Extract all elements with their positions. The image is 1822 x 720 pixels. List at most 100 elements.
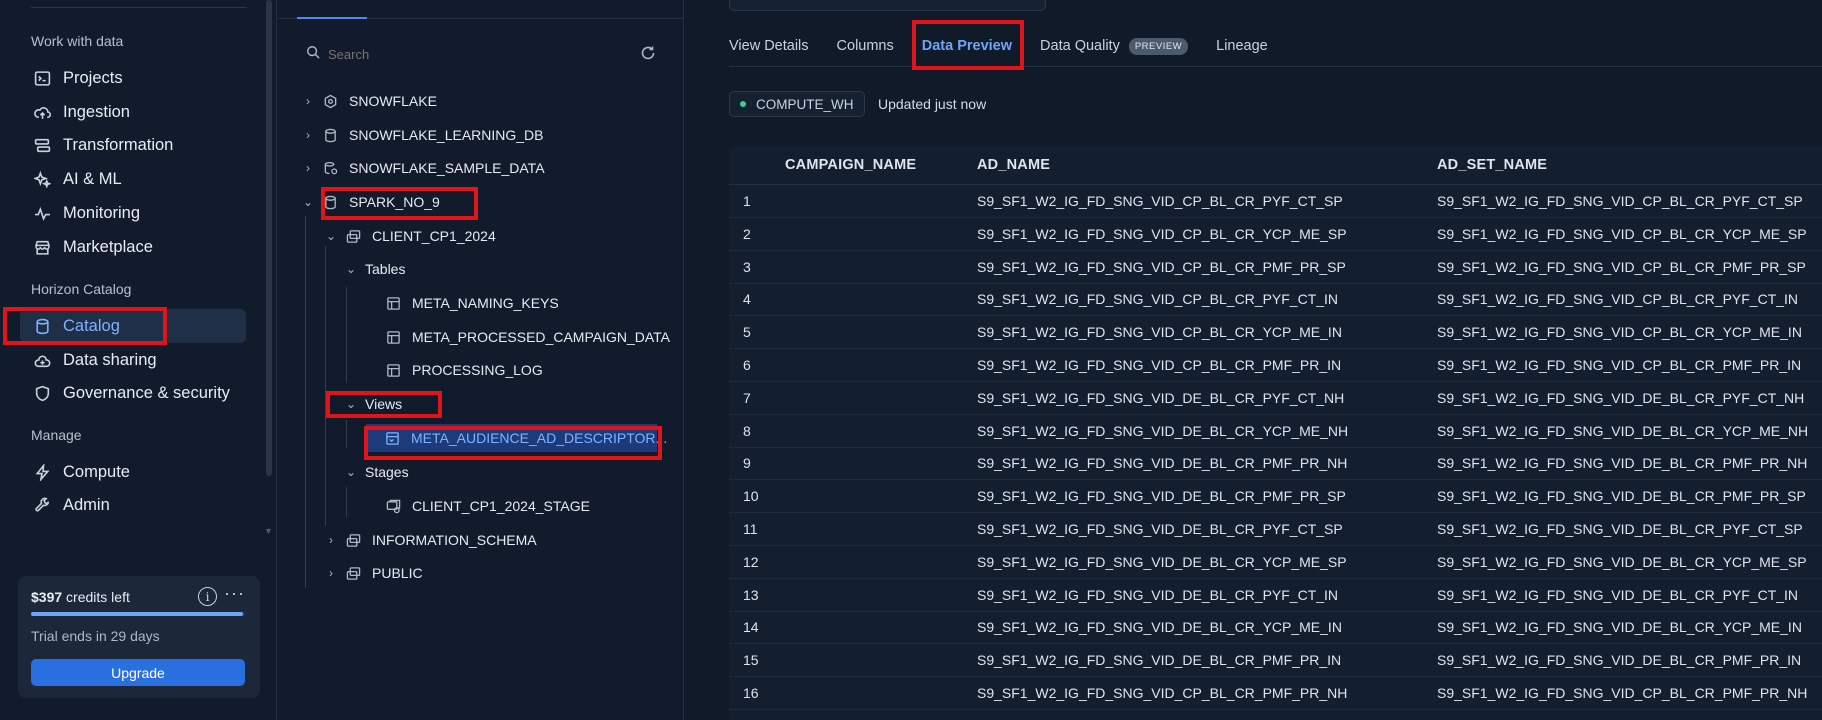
table-row[interactable]: 11 S9_SF1_W2_IG_FD_SNG_VID_DE_BL_CR_PYF_C… xyxy=(729,513,1822,546)
cell-ad-name[interactable]: S9_SF1_W2_IG_FD_SNG_VID_DE_BL_CR_YCP_ME_… xyxy=(977,619,1342,635)
row-number[interactable]: 8 xyxy=(743,423,751,439)
chevron-down-icon[interactable]: ⌄ xyxy=(345,397,357,411)
cell-ad-set-name[interactable]: S9_SF1_W2_IG_FD_SNG_VID_CP_BL_CR_PMF_PR_… xyxy=(1437,685,1807,701)
cell-ad-name[interactable]: S9_SF1_W2_IG_FD_SNG_VID_DE_BL_CR_PMF_PR_… xyxy=(977,455,1347,471)
nav-item-admin[interactable]: Admin xyxy=(20,488,246,522)
cell-ad-name[interactable]: S9_SF1_W2_IG_FD_SNG_VID_CP_BL_CR_PMF_PR_… xyxy=(977,259,1346,275)
row-number[interactable]: 9 xyxy=(743,455,751,471)
tree-node-client-cp1-2024-stage[interactable]: CLIENT_CP1_2024_STAGE xyxy=(385,492,590,520)
table-row[interactable]: 12 S9_SF1_W2_IG_FD_SNG_VID_DE_BL_CR_YCP_M… xyxy=(729,546,1822,579)
table-row[interactable]: 4 S9_SF1_W2_IG_FD_SNG_VID_CP_BL_CR_PYF_CT… xyxy=(729,283,1822,317)
tree-node-meta-processed-campaign-data[interactable]: META_PROCESSED_CAMPAIGN_DATA xyxy=(385,323,670,351)
cell-ad-set-name[interactable]: S9_SF1_W2_IG_FD_SNG_VID_DE_BL_CR_PMF_PR_… xyxy=(1437,455,1807,471)
nav-item-transformation[interactable]: Transformation xyxy=(20,128,246,162)
table-row[interactable]: 8 S9_SF1_W2_IG_FD_SNG_VID_DE_BL_CR_YCP_ME… xyxy=(729,415,1822,448)
cell-ad-set-name[interactable]: S9_SF1_W2_IG_FD_SNG_VID_CP_BL_CR_PYF_CT_… xyxy=(1437,291,1798,307)
cell-ad-name[interactable]: S9_SF1_W2_IG_FD_SNG_VID_CP_BL_CR_PYF_CT_… xyxy=(977,291,1338,307)
row-number[interactable]: 3 xyxy=(743,259,751,275)
cell-ad-set-name[interactable]: S9_SF1_W2_IG_FD_SNG_VID_CP_BL_CR_YCP_ME_… xyxy=(1437,324,1802,340)
chevron-right-icon[interactable]: › xyxy=(302,128,314,142)
table-row[interactable]: 10 S9_SF1_W2_IG_FD_SNG_VID_DE_BL_CR_PMF_P… xyxy=(729,480,1822,514)
cell-ad-name[interactable]: S9_SF1_W2_IG_FD_SNG_VID_CP_BL_CR_YCP_ME_… xyxy=(977,324,1342,340)
nav-item-ingestion[interactable]: Ingestion xyxy=(20,95,246,129)
cell-ad-name[interactable]: S9_SF1_W2_IG_FD_SNG_VID_DE_BL_CR_PMF_PR_… xyxy=(977,652,1341,668)
row-number[interactable]: 5 xyxy=(743,324,751,340)
tree-node-snowflake-learning-db[interactable]: › SNOWFLAKE_LEARNING_DB xyxy=(302,121,544,149)
tree-node-processing-log[interactable]: PROCESSING_LOG xyxy=(385,356,543,384)
row-number[interactable]: 10 xyxy=(743,488,759,504)
row-number[interactable]: 7 xyxy=(743,390,751,406)
cell-ad-set-name[interactable]: S9_SF1_W2_IG_FD_SNG_VID_DE_BL_CR_PMF_PR_… xyxy=(1437,652,1801,668)
nav-item-ai-ml[interactable]: AI & ML xyxy=(20,162,246,196)
tree-node-information-schema[interactable]: › INFORMATION_SCHEMA xyxy=(325,526,537,554)
tab-data-preview[interactable]: Data Preview xyxy=(922,28,1012,64)
tree-node-meta-audience-ad-descriptor[interactable]: META_AUDIENCE_AD_DESCRIPTOR... xyxy=(366,424,667,452)
row-number[interactable]: 15 xyxy=(743,652,759,668)
tree-node-meta-naming-keys[interactable]: META_NAMING_KEYS xyxy=(385,289,559,317)
cell-ad-set-name[interactable]: S9_SF1_W2_IG_FD_SNG_VID_DE_BL_CR_PMF_PR_… xyxy=(1437,488,1806,504)
cell-ad-set-name[interactable]: S9_SF1_W2_IG_FD_SNG_VID_DE_BL_CR_PYF_CT_… xyxy=(1437,587,1798,603)
table-row[interactable]: 7 S9_SF1_W2_IG_FD_SNG_VID_DE_BL_CR_PYF_CT… xyxy=(729,382,1822,415)
cell-ad-set-name[interactable]: S9_SF1_W2_IG_FD_SNG_VID_DE_BL_CR_YCP_ME_… xyxy=(1437,619,1802,635)
nav-item-catalog[interactable]: Catalog xyxy=(20,309,246,343)
nav-item-monitoring[interactable]: Monitoring xyxy=(20,196,246,230)
refresh-icon[interactable] xyxy=(640,45,656,66)
cell-ad-name[interactable]: S9_SF1_W2_IG_FD_SNG_VID_DE_BL_CR_PYF_CT_… xyxy=(977,587,1338,603)
chevron-right-icon[interactable]: › xyxy=(325,533,337,547)
row-number[interactable]: 1 xyxy=(743,193,751,209)
scroll-down-icon[interactable]: ▼ xyxy=(264,526,273,536)
cell-ad-name[interactable]: S9_SF1_W2_IG_FD_SNG_VID_CP_BL_CR_YCP_ME_… xyxy=(977,226,1347,242)
chevron-right-icon[interactable]: › xyxy=(302,161,314,175)
nav-item-compute[interactable]: Compute xyxy=(20,455,246,489)
tab-view-details[interactable]: View Details xyxy=(729,28,809,64)
column-header-ad-set-name[interactable]: AD_SET_NAME xyxy=(1437,157,1547,173)
cell-ad-name[interactable]: S9_SF1_W2_IG_FD_SNG_VID_CP_BL_CR_PYF_CT_… xyxy=(977,193,1343,209)
tree-node-views[interactable]: ⌄ Views xyxy=(345,390,402,418)
row-number[interactable]: 4 xyxy=(743,291,751,307)
table-row[interactable]: 5 S9_SF1_W2_IG_FD_SNG_VID_CP_BL_CR_YCP_ME… xyxy=(729,316,1822,350)
cell-ad-name[interactable]: S9_SF1_W2_IG_FD_SNG_VID_DE_BL_CR_PYF_CT_… xyxy=(977,521,1343,537)
row-number[interactable]: 11 xyxy=(743,521,758,537)
cell-ad-set-name[interactable]: S9_SF1_W2_IG_FD_SNG_VID_CP_BL_CR_PMF_PR_… xyxy=(1437,357,1801,373)
nav-item-marketplace[interactable]: Marketplace xyxy=(20,230,246,264)
cell-ad-set-name[interactable]: S9_SF1_W2_IG_FD_SNG_VID_CP_BL_CR_PYF_CT_… xyxy=(1437,193,1803,209)
cell-ad-set-name[interactable]: S9_SF1_W2_IG_FD_SNG_VID_DE_BL_CR_PYF_CT_… xyxy=(1437,390,1804,406)
cell-ad-set-name[interactable]: S9_SF1_W2_IG_FD_SNG_VID_DE_BL_CR_PYF_CT_… xyxy=(1437,521,1803,537)
table-row[interactable]: 16 S9_SF1_W2_IG_FD_SNG_VID_CP_BL_CR_PMF_P… xyxy=(729,677,1822,710)
row-number[interactable]: 14 xyxy=(743,619,759,635)
table-row[interactable]: 6 S9_SF1_W2_IG_FD_SNG_VID_CP_BL_CR_PMF_PR… xyxy=(729,349,1822,382)
tree-search-input[interactable] xyxy=(328,46,608,62)
nav-item-governance[interactable]: Governance & security xyxy=(20,376,246,410)
table-row[interactable]: 15 S9_SF1_W2_IG_FD_SNG_VID_DE_BL_CR_PMF_P… xyxy=(729,644,1822,678)
table-row[interactable]: 13 S9_SF1_W2_IG_FD_SNG_VID_DE_BL_CR_PYF_C… xyxy=(729,579,1822,612)
row-number[interactable]: 16 xyxy=(743,685,759,701)
tree-node-snowflake[interactable]: › SNOWFLAKE xyxy=(302,87,437,115)
cell-ad-name[interactable]: S9_SF1_W2_IG_FD_SNG_VID_DE_BL_CR_YCP_ME_… xyxy=(977,423,1348,439)
row-number[interactable]: 2 xyxy=(743,226,751,242)
cell-ad-name[interactable]: S9_SF1_W2_IG_FD_SNG_VID_DE_BL_CR_PYF_CT_… xyxy=(977,390,1344,406)
nav-item-data-sharing[interactable]: Data sharing xyxy=(20,343,246,377)
chevron-right-icon[interactable]: › xyxy=(325,566,337,580)
chevron-down-icon[interactable]: ⌄ xyxy=(302,195,314,209)
tree-node-public[interactable]: › PUBLIC xyxy=(325,559,423,587)
tab-data-quality[interactable]: Data Quality PREVIEW xyxy=(1040,28,1189,64)
nav-scrollbar[interactable] xyxy=(266,0,272,476)
tab-lineage[interactable]: Lineage xyxy=(1216,28,1268,64)
info-icon[interactable]: i xyxy=(198,587,217,606)
tree-node-snowflake-sample-data[interactable]: › SNOWFLAKE_SAMPLE_DATA xyxy=(302,154,545,182)
chevron-down-icon[interactable]: ⌄ xyxy=(345,262,357,276)
more-icon[interactable]: ··· xyxy=(224,583,245,604)
row-number[interactable]: 12 xyxy=(743,554,759,570)
table-row[interactable]: 17S9_SF1_W2_IG_FD_SNG_VID_CP_BL_CR_PYF_C… xyxy=(729,710,1822,720)
column-header-campaign-name[interactable]: CAMPAIGN_NAME xyxy=(785,157,916,173)
upgrade-button[interactable]: Upgrade xyxy=(31,659,245,686)
tab-columns[interactable]: Columns xyxy=(837,28,894,64)
table-row[interactable]: 3 S9_SF1_W2_IG_FD_SNG_VID_CP_BL_CR_PMF_PR… xyxy=(729,251,1822,284)
cell-ad-set-name[interactable]: S9_SF1_W2_IG_FD_SNG_VID_DE_BL_CR_YCP_ME_… xyxy=(1437,423,1808,439)
tree-node-tables[interactable]: ⌄ Tables xyxy=(345,255,406,283)
row-number[interactable]: 6 xyxy=(743,357,751,373)
cell-ad-name[interactable]: S9_SF1_W2_IG_FD_SNG_VID_CP_BL_CR_PMF_PR_… xyxy=(977,357,1341,373)
row-number[interactable]: 13 xyxy=(743,587,759,603)
cell-ad-name[interactable]: S9_SF1_W2_IG_FD_SNG_VID_CP_BL_CR_PMF_PR_… xyxy=(977,685,1347,701)
column-header-ad-name[interactable]: AD_NAME xyxy=(977,157,1050,173)
